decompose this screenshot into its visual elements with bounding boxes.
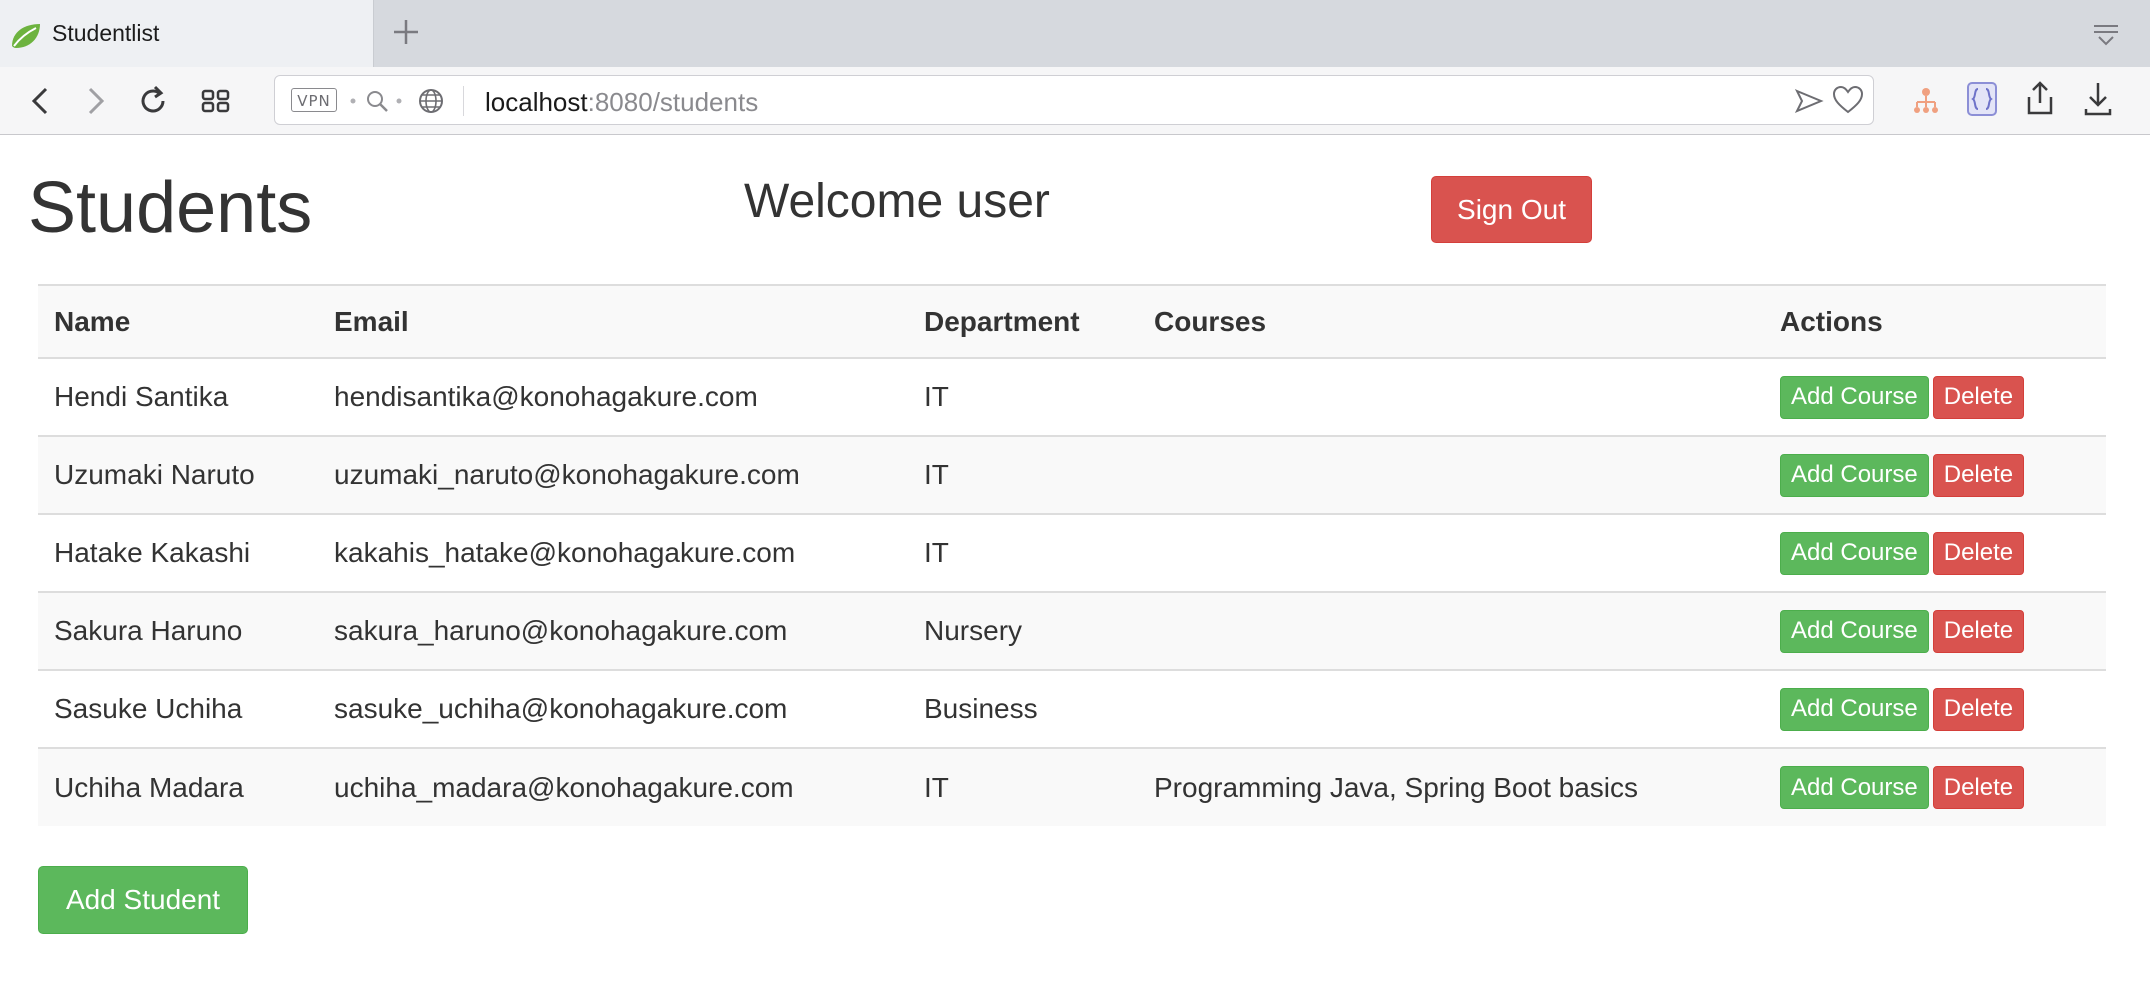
tab-menu-icon[interactable] bbox=[2086, 18, 2126, 50]
spring-leaf-icon bbox=[12, 24, 40, 48]
heart-icon[interactable] bbox=[1831, 84, 1865, 116]
cell-name: Hendi Santika bbox=[38, 358, 318, 437]
cell-department: Nursery bbox=[908, 592, 1138, 671]
header-actions: Actions bbox=[1764, 284, 2106, 359]
vpn-badge[interactable]: VPN bbox=[291, 88, 337, 112]
cell-email: sakura_haruno@konohagakure.com bbox=[318, 592, 908, 671]
url-host: localhost bbox=[485, 87, 588, 117]
cell-name: Uzumaki Naruto bbox=[38, 436, 318, 515]
cell-name: Sakura Haruno bbox=[38, 592, 318, 671]
new-tab-plus-icon[interactable] bbox=[386, 12, 426, 52]
welcome-heading: Welcome user bbox=[744, 175, 1050, 228]
tab-grid-icon[interactable] bbox=[196, 81, 236, 121]
cell-name: Sasuke Uchiha bbox=[38, 670, 318, 749]
cell-department: Business bbox=[908, 670, 1138, 749]
forward-arrow-icon[interactable] bbox=[74, 81, 114, 121]
delete-button[interactable]: Delete bbox=[1932, 609, 2025, 653]
add-student-button[interactable]: Add Student bbox=[38, 866, 248, 934]
delete-button[interactable]: Delete bbox=[1932, 687, 2025, 731]
header-name: Name bbox=[38, 284, 318, 359]
cell-department: IT bbox=[908, 748, 1138, 826]
table-row: Sakura Haruno sakura_haruno@konohagakure… bbox=[38, 592, 2106, 671]
url-path: :8080/students bbox=[587, 87, 759, 117]
globe-icon bbox=[419, 89, 443, 113]
cell-courses bbox=[1138, 670, 1764, 749]
add-course-button[interactable]: Add Course bbox=[1780, 375, 1929, 419]
table-header-row: Name Email Department Courses Actions bbox=[38, 284, 2106, 359]
cell-actions: Add Course Delete bbox=[1764, 592, 2106, 671]
table-row: Uchiha Madara uchiha_madara@konohagakure… bbox=[38, 748, 2106, 826]
cell-name: Hatake Kakashi bbox=[38, 514, 318, 593]
cell-email: hendisantika@konohagakure.com bbox=[318, 358, 908, 437]
reload-icon[interactable] bbox=[133, 81, 173, 121]
cell-actions: Add Course Delete bbox=[1764, 748, 2106, 826]
json-extension-icon[interactable] bbox=[1962, 79, 2002, 119]
browser-toolbar: VPN localhost:8080/students bbox=[0, 67, 2150, 135]
table-row: Hatake Kakashi kakahis_hatake@konohagaku… bbox=[38, 514, 2106, 593]
header-courses: Courses bbox=[1138, 284, 1764, 359]
tab-title: Studentlist bbox=[52, 20, 160, 46]
cell-email: kakahis_hatake@konohagakure.com bbox=[318, 514, 908, 593]
delete-button[interactable]: Delete bbox=[1932, 766, 2025, 809]
page-title: Students bbox=[28, 168, 313, 248]
cell-department: IT bbox=[908, 436, 1138, 515]
download-icon[interactable] bbox=[2078, 79, 2118, 119]
cell-courses: Programming Java, Spring Boot basics bbox=[1138, 748, 1764, 826]
cell-email: uchiha_madara@konohagakure.com bbox=[318, 748, 908, 826]
cell-department: IT bbox=[908, 514, 1138, 593]
cell-actions: Add Course Delete bbox=[1764, 670, 2106, 749]
header-department: Department bbox=[908, 284, 1138, 359]
send-icon[interactable] bbox=[1793, 86, 1825, 116]
url-text[interactable]: localhost:8080/students bbox=[485, 87, 758, 118]
site-security-key-icon[interactable] bbox=[347, 86, 407, 116]
cell-email: sasuke_uchiha@konohagakure.com bbox=[318, 670, 908, 749]
add-course-button[interactable]: Add Course bbox=[1780, 687, 1929, 731]
cell-courses bbox=[1138, 514, 1764, 593]
share-icon[interactable] bbox=[2020, 79, 2060, 119]
cell-courses bbox=[1138, 436, 1764, 515]
table-row: Sasuke Uchiha sasuke_uchiha@konohagakure… bbox=[38, 670, 2106, 749]
cell-actions: Add Course Delete bbox=[1764, 358, 2106, 437]
add-course-button[interactable]: Add Course bbox=[1780, 609, 1929, 653]
add-course-button[interactable]: Add Course bbox=[1780, 766, 1929, 809]
cell-name: Uchiha Madara bbox=[38, 748, 318, 826]
sign-out-button[interactable]: Sign Out bbox=[1431, 176, 1592, 243]
cell-department: IT bbox=[908, 358, 1138, 437]
add-course-button[interactable]: Add Course bbox=[1780, 531, 1929, 575]
browser-tab-strip: Studentlist bbox=[0, 0, 2150, 67]
delete-button[interactable]: Delete bbox=[1932, 375, 2025, 419]
browser-tab[interactable]: Studentlist bbox=[0, 0, 374, 67]
cell-courses bbox=[1138, 592, 1764, 671]
cell-actions: Add Course Delete bbox=[1764, 436, 2106, 515]
cell-actions: Add Course Delete bbox=[1764, 514, 2106, 593]
back-arrow-icon[interactable] bbox=[22, 81, 62, 121]
table-row: Hendi Santika hendisantika@konohagakure.… bbox=[38, 358, 2106, 437]
delete-button[interactable]: Delete bbox=[1932, 531, 2025, 575]
cell-email: uzumaki_naruto@konohagakure.com bbox=[318, 436, 908, 515]
address-bar[interactable]: VPN localhost:8080/students bbox=[274, 75, 1874, 125]
add-course-button[interactable]: Add Course bbox=[1780, 453, 1929, 497]
delete-button[interactable]: Delete bbox=[1932, 453, 2025, 497]
header-email: Email bbox=[318, 284, 908, 359]
sitemap-extension-icon[interactable] bbox=[1906, 81, 1946, 121]
cell-courses bbox=[1138, 358, 1764, 437]
table-row: Uzumaki Naruto uzumaki_naruto@konohagaku… bbox=[38, 436, 2106, 515]
url-divider bbox=[463, 86, 464, 116]
students-table: Name Email Department Courses Actions He… bbox=[38, 284, 2106, 826]
